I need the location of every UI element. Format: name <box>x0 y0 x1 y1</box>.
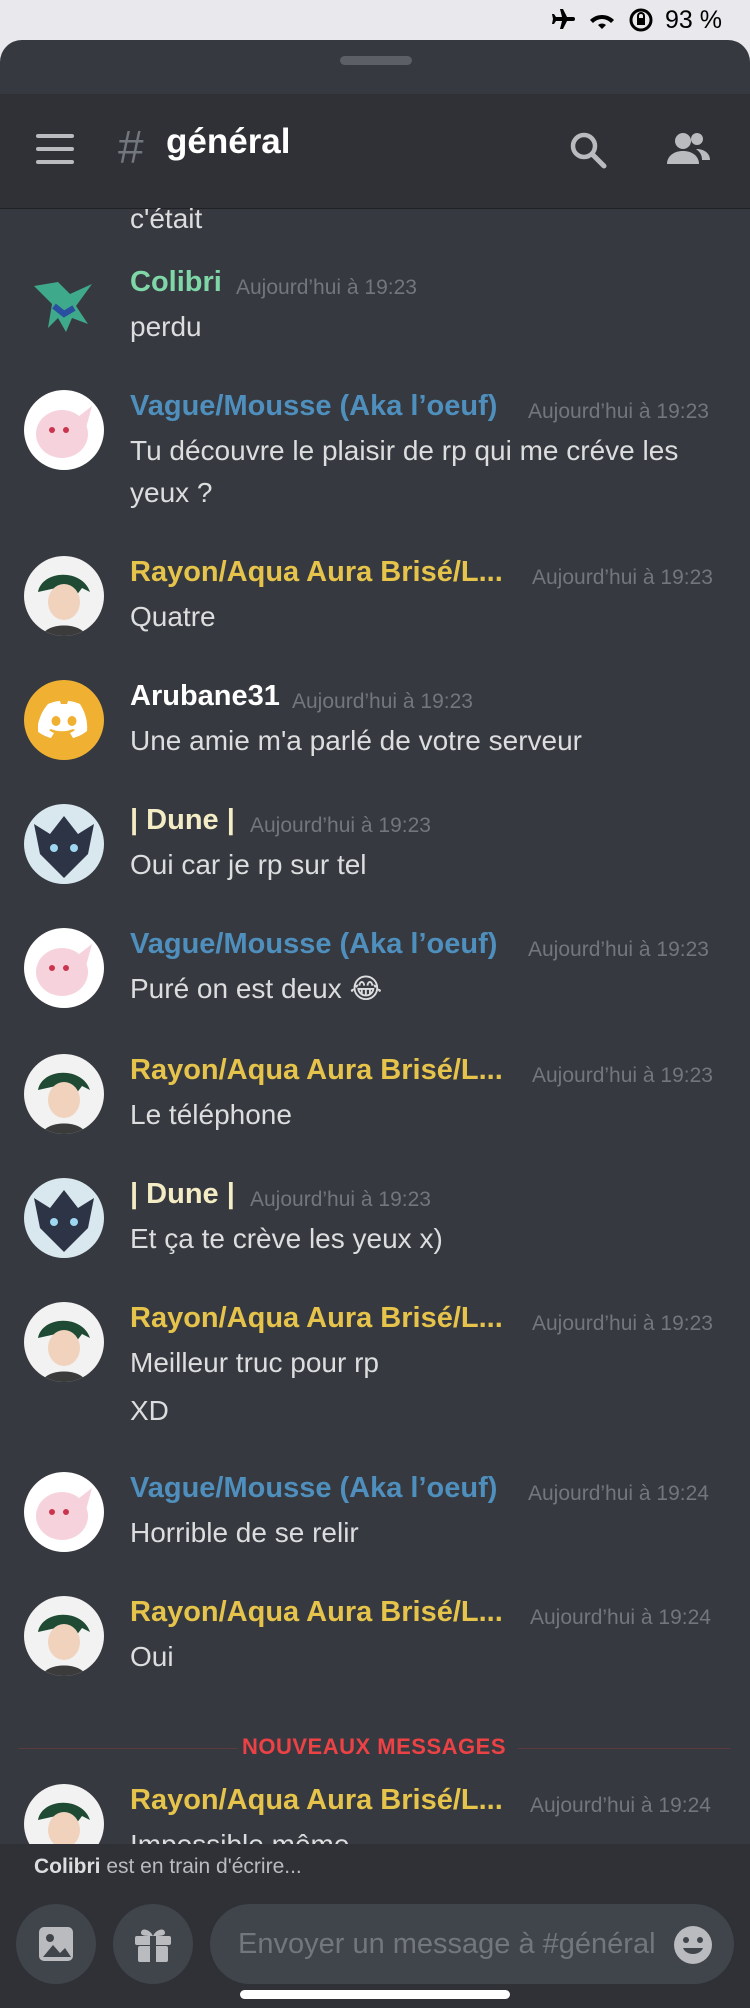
app-sheet: # général c'était Colibri Aujourd’hui à … <box>0 40 750 2008</box>
message-timestamp: Aujourd’hui à 19:23 <box>292 690 473 713</box>
message-text: Oui <box>130 1641 174 1672</box>
message-text: perdu <box>130 311 202 342</box>
message-timestamp: Aujourd’hui à 19:24 <box>530 1794 711 1817</box>
image-icon <box>39 1927 73 1961</box>
message-text: Quatre <box>130 601 216 632</box>
avatar[interactable] <box>24 680 104 760</box>
avatar[interactable] <box>24 556 104 636</box>
message-text: Horrible de se relir <box>130 1517 359 1548</box>
members-icon[interactable] <box>664 130 712 170</box>
typing-indicator: Colibri est en train d'écrire... <box>0 1844 750 1890</box>
message-list[interactable]: c'était Colibri Aujourd’hui à 19:23 perd… <box>0 208 750 1884</box>
message-timestamp: Aujourd’hui à 19:24 <box>528 1482 709 1505</box>
avatar[interactable] <box>24 928 104 1008</box>
avatar[interactable] <box>24 266 104 346</box>
message-author[interactable]: Rayon/Aqua Aura Brisé/L... <box>130 1054 503 1087</box>
message-author[interactable]: | Dune | <box>130 1178 235 1211</box>
message-input[interactable] <box>236 1926 660 1962</box>
new-messages-divider: NOUVEAUX MESSAGES <box>18 1734 730 1764</box>
gift-icon <box>135 1929 171 1962</box>
message-timestamp: Aujourd’hui à 19:23 <box>528 400 709 423</box>
message-text: Une amie m'a parlé de votre serveur <box>130 725 582 756</box>
airplane-icon <box>552 9 576 29</box>
search-icon[interactable] <box>568 130 608 170</box>
message-timestamp: Aujourd’hui à 19:23 <box>532 1064 713 1087</box>
message-timestamp: Aujourd’hui à 19:23 <box>236 276 417 299</box>
typing-text: est en train d'écrire... <box>100 1855 302 1878</box>
avatar[interactable] <box>24 1302 104 1382</box>
menu-icon[interactable] <box>36 134 74 166</box>
message-author[interactable]: Rayon/Aqua Aura Brisé/L... <box>130 556 503 589</box>
avatar[interactable] <box>24 804 104 884</box>
message-author[interactable]: Vague/Mousse (Aka l’oeuf) <box>130 390 497 423</box>
new-messages-label: NOUVEAUX MESSAGES <box>242 1734 506 1759</box>
status-bar: 93 % <box>0 0 750 40</box>
typing-user: Colibri <box>34 1855 101 1878</box>
message-author[interactable]: Vague/Mousse (Aka l’oeuf) <box>130 928 497 961</box>
rotation-lock-icon <box>629 8 653 32</box>
message-author[interactable]: Arubane31 <box>130 680 280 713</box>
channel-header: # général <box>0 94 750 209</box>
avatar[interactable] <box>24 1178 104 1258</box>
avatar[interactable] <box>24 390 104 470</box>
message-input-wrapper <box>210 1904 734 1984</box>
home-indicator[interactable] <box>240 1990 510 1999</box>
wifi-icon <box>590 15 615 29</box>
channel-hash-icon: # <box>118 121 144 173</box>
message-author[interactable]: Vague/Mousse (Aka l’oeuf) <box>130 1472 497 1505</box>
sheet-grabber[interactable] <box>340 56 412 65</box>
image-upload-button[interactable] <box>16 1904 96 1984</box>
avatar[interactable] <box>24 1054 104 1134</box>
message-text: Tu découvre le plaisir de rp qui me crév… <box>130 435 679 466</box>
battery-percent: 93 % <box>665 5 722 34</box>
message-timestamp: Aujourd’hui à 19:23 <box>532 1312 713 1335</box>
emoji-icon[interactable] <box>672 1924 714 1966</box>
message-author[interactable]: | Dune | <box>130 804 235 837</box>
message-text: Oui car je rp sur tel <box>130 849 367 880</box>
message-timestamp: Aujourd’hui à 19:23 <box>528 938 709 961</box>
avatar[interactable] <box>24 1596 104 1676</box>
avatar[interactable] <box>24 1472 104 1552</box>
message-timestamp: Aujourd’hui à 19:23 <box>250 814 431 837</box>
message-author[interactable]: Rayon/Aqua Aura Brisé/L... <box>130 1302 503 1335</box>
message-text: Meilleur truc pour rp <box>130 1347 379 1378</box>
message-text: Et ça te crève les yeux x) <box>130 1223 443 1254</box>
message-text: yeux ? <box>130 477 213 508</box>
message-text: Puré on est deux 😂 <box>130 973 383 1004</box>
message-text: Le téléphone <box>130 1099 292 1130</box>
message-author[interactable]: Rayon/Aqua Aura Brisé/L... <box>130 1596 503 1629</box>
message-timestamp: Aujourd’hui à 19:23 <box>532 566 713 589</box>
message-author[interactable]: Colibri <box>130 266 222 299</box>
discord-logo-icon <box>38 701 88 738</box>
message-timestamp: Aujourd’hui à 19:24 <box>530 1606 711 1629</box>
gift-button[interactable] <box>113 1904 193 1984</box>
message-author[interactable]: Rayon/Aqua Aura Brisé/L... <box>130 1784 503 1817</box>
message-text: XD <box>130 1395 169 1426</box>
message-timestamp: Aujourd’hui à 19:23 <box>250 1188 431 1211</box>
channel-title: général <box>166 122 291 161</box>
